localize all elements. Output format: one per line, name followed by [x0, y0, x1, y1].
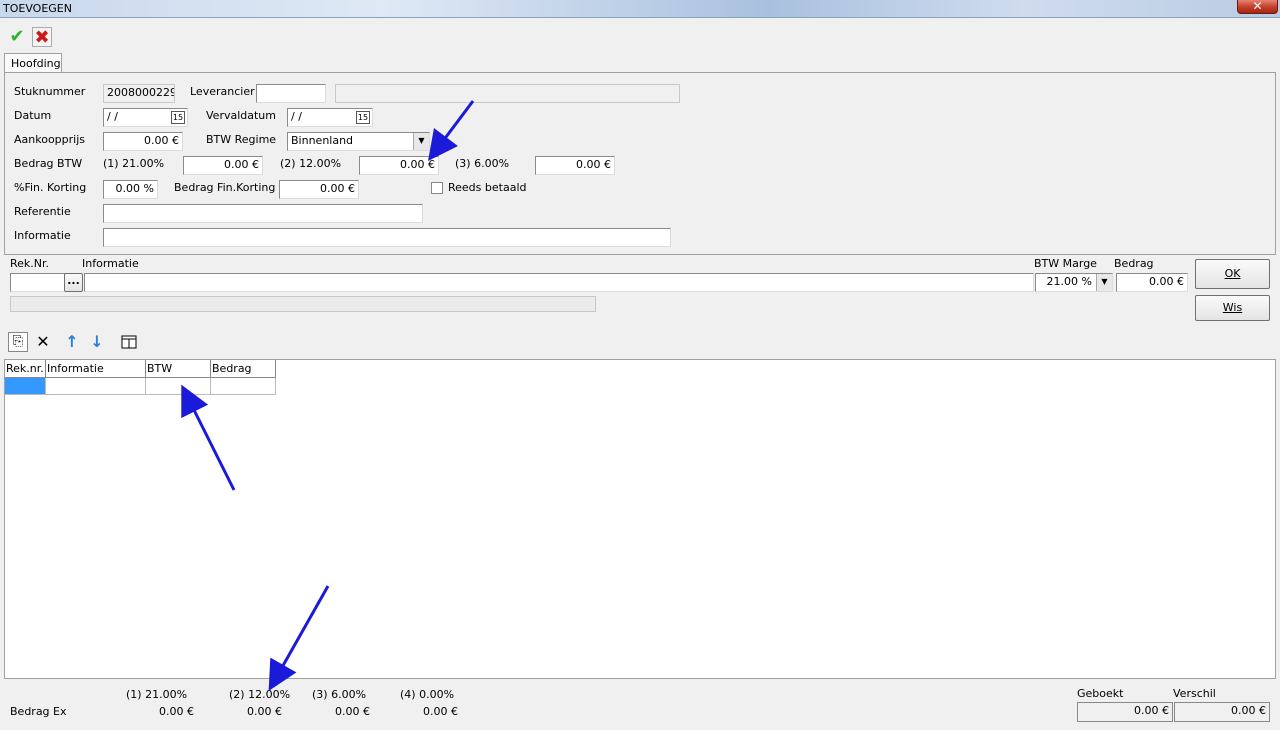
- chevron-down-icon[interactable]: ▼: [413, 133, 429, 150]
- table-cell[interactable]: [211, 378, 276, 395]
- stuknummer-label: Stuknummer: [14, 85, 86, 98]
- calendar-icon[interactable]: 15: [171, 111, 185, 124]
- stuknummer-field: 2008000229: [103, 84, 175, 103]
- informatie-input[interactable]: [103, 228, 671, 247]
- btw-regime-select[interactable]: Binnenland: [287, 132, 430, 151]
- bedrag-ex-label: Bedrag Ex: [10, 705, 67, 718]
- btw-marge-value: 21.00 %: [1046, 275, 1092, 288]
- copy-icon[interactable]: ⎘: [8, 332, 28, 352]
- line-bedrag-input[interactable]: 0.00 €: [1116, 273, 1188, 292]
- bedrag-fin-korting-input[interactable]: 0.00 €: [279, 180, 359, 199]
- column-header-bedrag[interactable]: Bedrag: [211, 360, 276, 378]
- browse-button[interactable]: ...: [64, 273, 83, 292]
- footer-rate-2-label: (2) 12.00%: [229, 688, 291, 701]
- footer-rate-3-label: (3) 6.00%: [312, 688, 367, 701]
- leverancier-label: Leverancier: [190, 85, 255, 98]
- btw-marge-label: BTW Marge: [1034, 257, 1097, 270]
- column-header-btw[interactable]: BTW: [146, 360, 211, 378]
- footer-rate-1-label: (1) 21.00%: [126, 688, 188, 701]
- table-cell[interactable]: [46, 378, 146, 395]
- column-header-reknr[interactable]: Rek.nr.: [5, 360, 46, 378]
- verschil-label: Verschil: [1173, 687, 1216, 700]
- btw1-input[interactable]: 0.00 €: [183, 156, 263, 175]
- ok-button[interactable]: OK: [1195, 259, 1270, 289]
- geboekt-field: 0.00 €: [1077, 702, 1173, 722]
- bedrag-fin-korting-label: Bedrag Fin.Korting: [174, 181, 276, 194]
- move-down-icon[interactable]: ↓: [87, 332, 107, 352]
- tab-hoofding[interactable]: Hoofding: [4, 53, 62, 73]
- cancel-icon[interactable]: ✖: [32, 27, 52, 48]
- footer-rate-4-value: 0.00 €: [423, 705, 458, 718]
- reeds-betaald-label: Reeds betaald: [448, 181, 527, 194]
- fin-korting-input[interactable]: 0.00 %: [103, 180, 158, 199]
- btw-regime-label: BTW Regime: [206, 133, 277, 146]
- reeds-betaald-checkbox[interactable]: [431, 182, 443, 194]
- datum-value: / /: [107, 110, 118, 123]
- footer-rate-4-label: (4) 0.00%: [400, 688, 455, 701]
- vervaldatum-label: Vervaldatum: [206, 109, 276, 122]
- btw1-label: (1) 21.00%: [103, 157, 165, 170]
- bedrag-label: Bedrag: [1114, 257, 1154, 270]
- window-title: TOEVOEGEN: [3, 2, 72, 15]
- geboekt-label: Geboekt: [1077, 687, 1124, 700]
- title-bar: TOEVOEGEN: [0, 0, 1280, 18]
- table-cell[interactable]: [146, 378, 211, 395]
- lines-grid[interactable]: Rek.nr. Informatie BTW Bedrag: [4, 359, 1276, 679]
- close-button[interactable]: ✕: [1237, 0, 1278, 14]
- confirm-icon[interactable]: ✔: [7, 27, 27, 47]
- bedrag-btw-label: Bedrag BTW: [14, 157, 83, 170]
- aankoopprijs-label: Aankoopprijs: [14, 133, 86, 146]
- reknr-input[interactable]: [10, 273, 66, 292]
- column-header-informatie[interactable]: Informatie: [46, 360, 146, 378]
- informatie-label: Informatie: [14, 229, 71, 242]
- btw2-label: (2) 12.00%: [280, 157, 342, 170]
- btw2-input[interactable]: 0.00 €: [359, 156, 439, 175]
- delete-icon[interactable]: ✕: [33, 332, 53, 352]
- verschil-field: 0.00 €: [1174, 702, 1270, 722]
- footer-rate-1-value: 0.00 €: [159, 705, 194, 718]
- calendar-icon[interactable]: 15: [356, 111, 370, 124]
- columns-icon[interactable]: [118, 332, 140, 352]
- btw-regime-value: Binnenland: [291, 134, 354, 147]
- leverancier-input[interactable]: [256, 84, 326, 103]
- wis-button[interactable]: Wis: [1195, 295, 1270, 321]
- btw3-label: (3) 6.00%: [455, 157, 510, 170]
- leverancier-name-field: [335, 84, 680, 103]
- table-cell-selected[interactable]: [5, 378, 46, 395]
- line-informatie-input[interactable]: [84, 273, 1034, 292]
- fin-korting-label: %Fin. Korting: [14, 181, 87, 194]
- progress-bar: [10, 296, 596, 312]
- reknr-label: Rek.Nr.: [10, 257, 50, 270]
- datum-label: Datum: [14, 109, 52, 122]
- line-informatie-label: Informatie: [82, 257, 139, 270]
- btw3-input[interactable]: 0.00 €: [535, 156, 615, 175]
- footer-rate-3-value: 0.00 €: [335, 705, 370, 718]
- referentie-input[interactable]: [103, 204, 423, 223]
- referentie-label: Referentie: [14, 205, 71, 218]
- chevron-down-icon[interactable]: ▼: [1096, 274, 1112, 291]
- aankoopprijs-input[interactable]: 0.00 €: [103, 132, 183, 151]
- move-up-icon[interactable]: ↑: [62, 332, 82, 352]
- footer-rate-2-value: 0.00 €: [247, 705, 282, 718]
- vervaldatum-value: / /: [291, 110, 302, 123]
